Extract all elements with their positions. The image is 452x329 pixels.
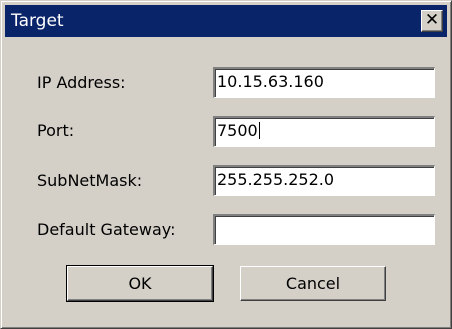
port-field[interactable]: 7500: [213, 116, 435, 147]
subnet-mask-label: SubNetMask:: [37, 171, 143, 190]
title-bar: Target ✕: [5, 5, 447, 37]
target-dialog: Target ✕ IP Address: 10.15.63.160 Port: …: [0, 0, 452, 329]
port-label: Port:: [37, 121, 75, 140]
ip-address-field[interactable]: 10.15.63.160: [213, 67, 435, 98]
subnet-mask-field[interactable]: 255.255.252.0: [213, 165, 435, 196]
default-gateway-field[interactable]: [213, 214, 435, 245]
default-gateway-label: Default Gateway:: [37, 220, 176, 239]
window-title: Target: [11, 11, 64, 31]
ok-button[interactable]: OK: [66, 265, 214, 302]
ip-address-label: IP Address:: [37, 73, 126, 92]
cancel-button[interactable]: Cancel: [240, 266, 386, 301]
text-caret: [258, 122, 260, 139]
port-value: 7500: [217, 121, 258, 140]
close-icon[interactable]: ✕: [421, 10, 443, 32]
